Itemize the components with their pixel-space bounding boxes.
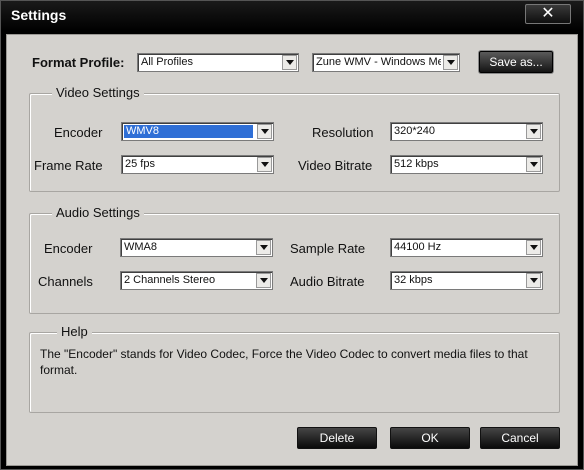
window-title: Settings bbox=[11, 7, 67, 23]
chevron-down-icon[interactable] bbox=[443, 55, 458, 70]
chevron-down-icon[interactable] bbox=[526, 273, 541, 288]
chevron-down-icon[interactable] bbox=[526, 240, 541, 255]
frame-rate-select[interactable]: 25 fps bbox=[121, 155, 274, 174]
save-as-button[interactable]: Save as... bbox=[479, 51, 553, 73]
profile-category-select[interactable]: All Profiles bbox=[137, 53, 299, 72]
video-settings-title: Video Settings bbox=[52, 85, 144, 100]
chevron-down-icon[interactable] bbox=[257, 157, 272, 172]
delete-button[interactable]: Delete bbox=[297, 427, 377, 449]
resolution-label: Resolution bbox=[312, 125, 374, 140]
audio-bitrate-label: Audio Bitrate bbox=[290, 274, 365, 289]
audio-encoder-select[interactable]: WMA8 bbox=[120, 238, 273, 257]
sample-rate-select[interactable]: 44100 Hz bbox=[390, 238, 543, 257]
video-bitrate-select[interactable]: 512 kbps bbox=[390, 155, 543, 174]
profile-value: Zune WMV - Windows Me bbox=[316, 56, 441, 68]
chevron-down-icon[interactable] bbox=[257, 124, 272, 139]
chevron-down-icon[interactable] bbox=[256, 273, 271, 288]
help-text: The "Encoder" stands for Video Codec, Fo… bbox=[40, 347, 528, 377]
profile-category-value: All Profiles bbox=[141, 56, 193, 68]
resolution-value: 320*240 bbox=[394, 125, 435, 137]
video-settings-group: Video Settings Encoder WMV8 Resolution 3… bbox=[29, 85, 560, 192]
help-title: Help bbox=[57, 324, 92, 339]
channels-label: Channels bbox=[38, 274, 93, 289]
video-encoder-label: Encoder bbox=[54, 125, 103, 140]
channels-value: 2 Channels Stereo bbox=[124, 274, 216, 286]
chevron-down-icon[interactable] bbox=[282, 55, 297, 70]
help-group: Help The "Encoder" stands for Video Code… bbox=[29, 324, 560, 413]
chevron-down-icon[interactable] bbox=[526, 124, 541, 139]
video-bitrate-value: 512 kbps bbox=[394, 158, 439, 170]
audio-settings-title: Audio Settings bbox=[52, 205, 144, 220]
audio-encoder-label: Encoder bbox=[44, 241, 93, 256]
profile-select[interactable]: Zune WMV - Windows Me bbox=[312, 53, 460, 72]
cancel-button[interactable]: Cancel bbox=[480, 427, 560, 449]
sample-rate-value: 44100 Hz bbox=[394, 241, 442, 253]
channels-select[interactable]: 2 Channels Stereo bbox=[120, 271, 273, 290]
ok-button[interactable]: OK bbox=[390, 427, 470, 449]
frame-rate-value: 25 fps bbox=[125, 158, 155, 170]
sample-rate-label: Sample Rate bbox=[290, 241, 366, 256]
audio-settings-group: Audio Settings Encoder WMA8 Sample Rate … bbox=[29, 205, 560, 314]
resolution-select[interactable]: 320*240 bbox=[390, 122, 543, 141]
video-bitrate-label: Video Bitrate bbox=[298, 158, 373, 173]
frame-rate-label: Frame Rate bbox=[34, 158, 103, 173]
video-encoder-value: WMV8 bbox=[124, 125, 253, 138]
video-encoder-select[interactable]: WMV8 bbox=[121, 122, 274, 141]
chevron-down-icon[interactable] bbox=[256, 240, 271, 255]
settings-window: Settings ✕ Format Profile: All Profiles … bbox=[0, 0, 584, 470]
audio-encoder-value: WMA8 bbox=[124, 241, 157, 253]
settings-panel: Format Profile: All Profiles Zune WMV - … bbox=[6, 34, 578, 466]
title-bar: Settings ✕ bbox=[1, 1, 583, 31]
close-icon[interactable]: ✕ bbox=[525, 4, 571, 24]
audio-bitrate-select[interactable]: 32 kbps bbox=[390, 271, 543, 290]
audio-bitrate-value: 32 kbps bbox=[394, 274, 433, 286]
chevron-down-icon[interactable] bbox=[526, 157, 541, 172]
format-profile-label: Format Profile: bbox=[32, 55, 125, 70]
